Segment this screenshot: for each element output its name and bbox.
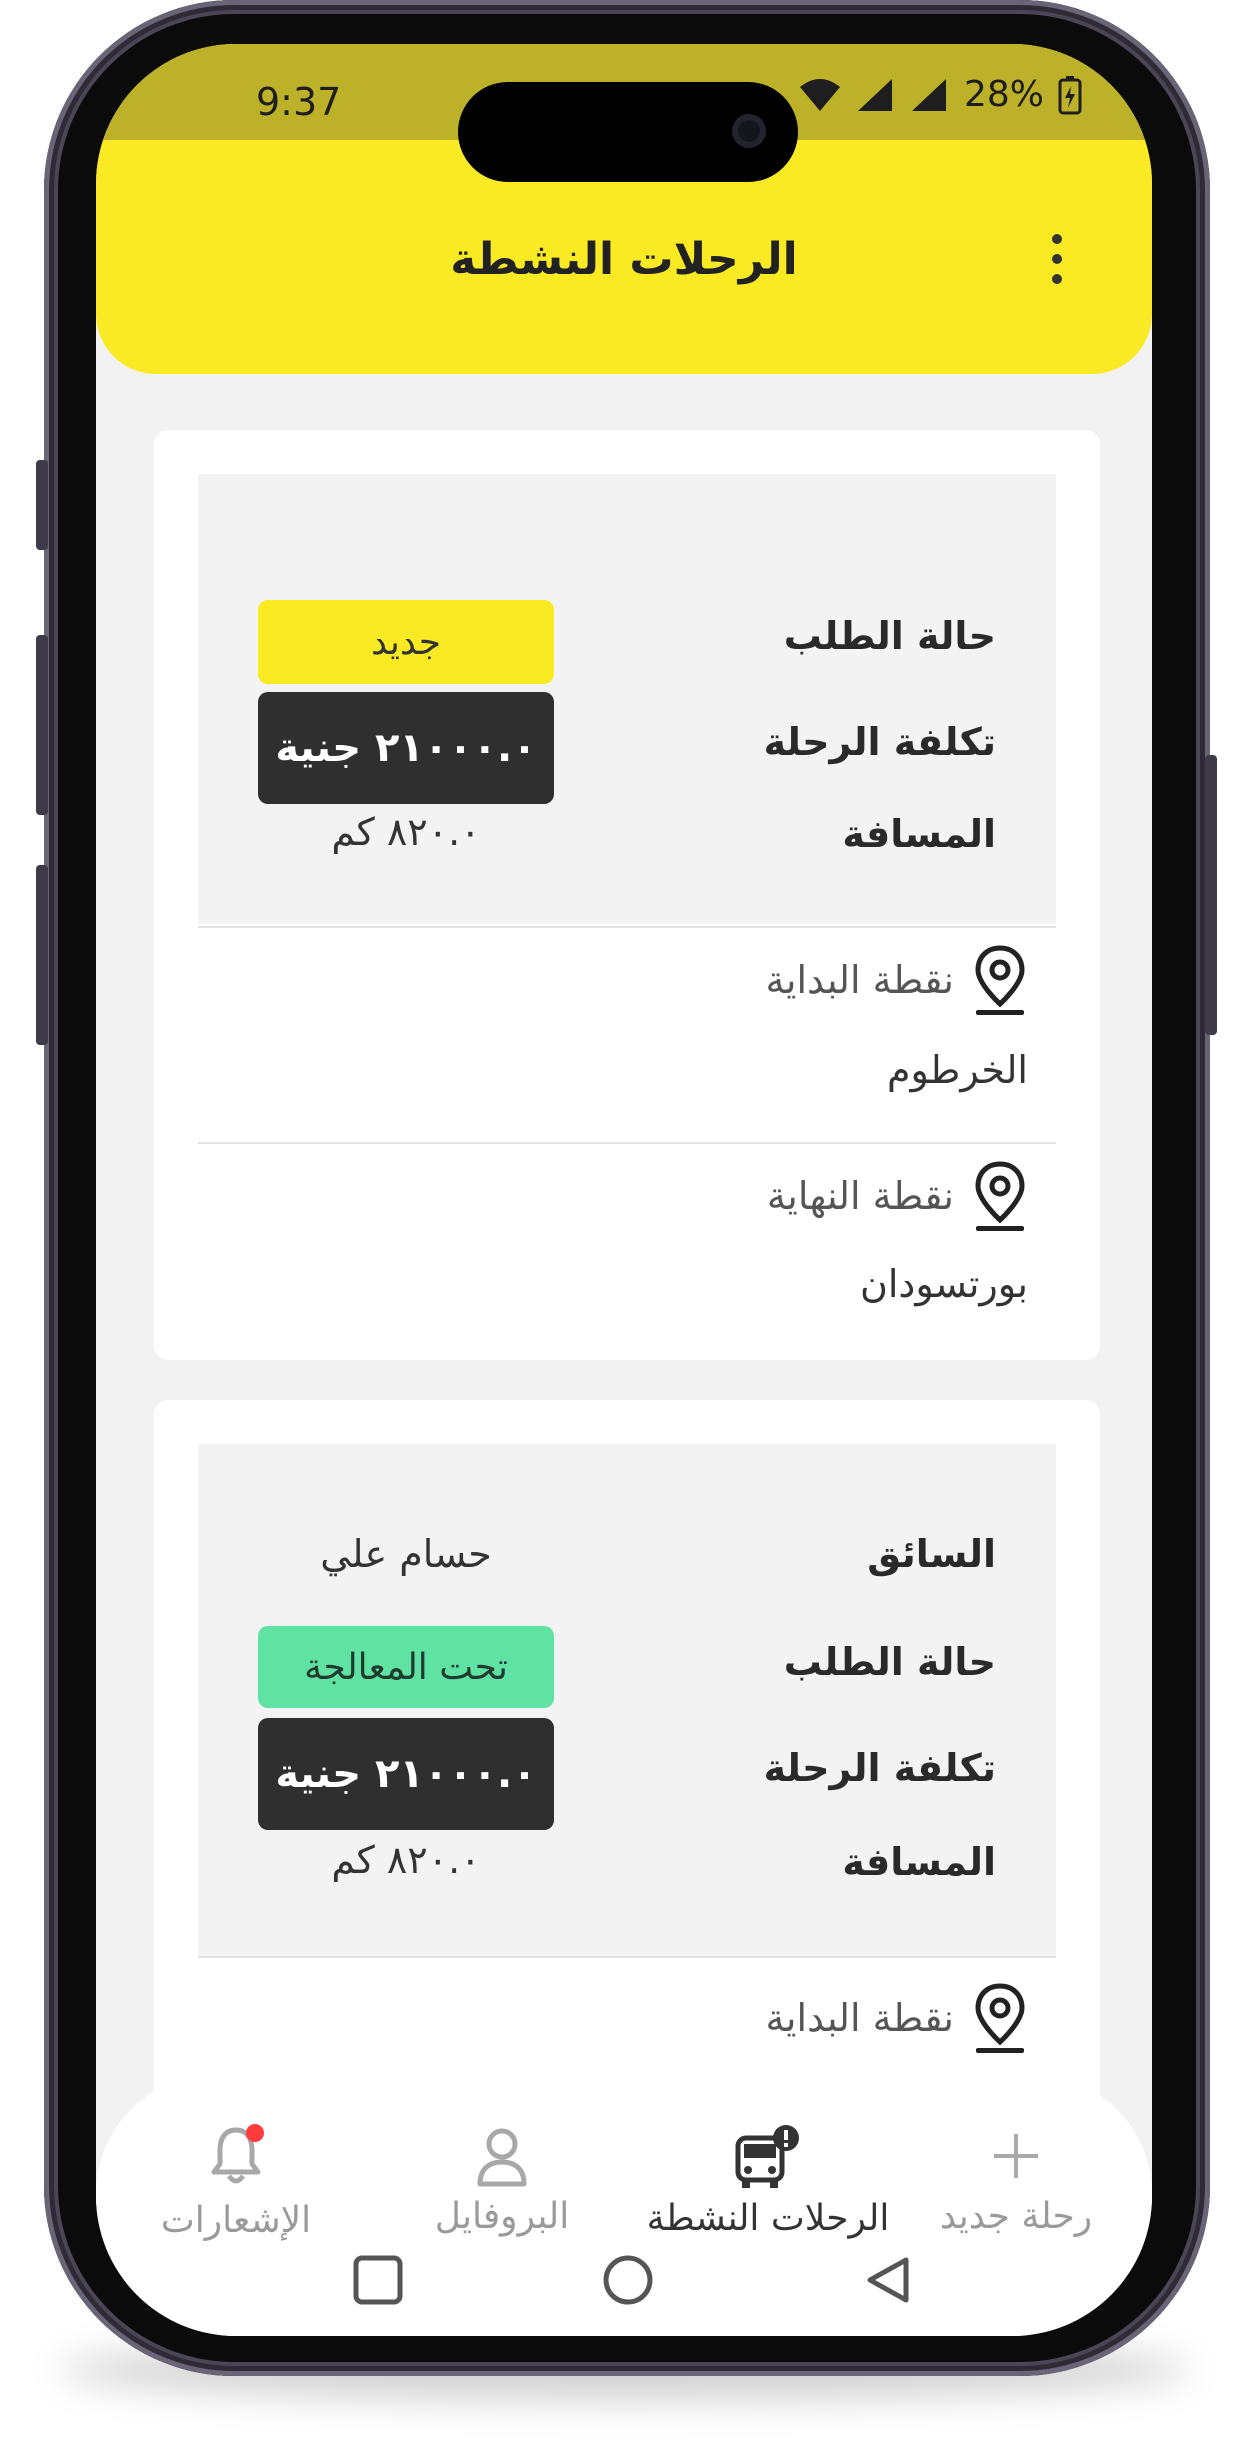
- more-options-icon[interactable]: [1042, 234, 1072, 284]
- power-button: [1205, 755, 1217, 1035]
- plus-icon: [994, 2134, 1038, 2178]
- status-icons: 28%: [798, 74, 1082, 115]
- battery-percent: 28%: [963, 74, 1044, 115]
- status-time: 9:37: [256, 80, 342, 124]
- back-icon[interactable]: [862, 2254, 914, 2306]
- nav-profile-label: البروفايل: [434, 2196, 570, 2237]
- status-label: حالة الطلب: [783, 614, 996, 658]
- driver-value: حسام علي: [320, 1532, 492, 1576]
- nav-new-trip-label: رحلة جديد: [939, 2196, 1093, 2237]
- divider: [198, 1956, 1056, 1958]
- start-point-label: نقطة البداية: [765, 1996, 954, 2040]
- user-icon: [477, 2128, 527, 2187]
- trip-summary: حالة الطلب جديد تكلفة الرحلة ٢١٠٠٠.٠ جني…: [198, 474, 1056, 924]
- nav-profile[interactable]: البروفايل: [372, 2124, 632, 2237]
- distance-value: ٨٢٠.٠ كم: [331, 1838, 481, 1882]
- end-point-value: بورتسودان: [859, 1262, 1028, 1306]
- end-point-row: نقطة النهاية: [767, 1160, 1028, 1232]
- trip-card[interactable]: حالة الطلب جديد تكلفة الرحلة ٢١٠٠٠.٠ جني…: [154, 430, 1100, 1360]
- battery-icon: [1058, 75, 1082, 114]
- distance-label: المسافة: [842, 1840, 996, 1884]
- location-pin-icon: [975, 945, 1025, 1015]
- start-point-row: نقطة البداية: [766, 944, 1028, 1016]
- nav-notifications[interactable]: الإشعارات: [106, 2124, 366, 2241]
- bus-alert-icon: [735, 2125, 799, 2188]
- system-navigation: [96, 2254, 1152, 2314]
- home-icon[interactable]: [602, 2254, 654, 2306]
- status-label: حالة الطلب: [783, 1640, 996, 1684]
- nav-new-trip[interactable]: رحلة جديد: [886, 2124, 1146, 2237]
- distance-value: ٨٢٠.٠ كم: [331, 810, 481, 854]
- nav-notifications-label: الإشعارات: [160, 2200, 312, 2241]
- page-title: الرحلات النشطة: [450, 234, 798, 285]
- trip-summary: السائق حسام علي حالة الطلب تحت المعالجة …: [198, 1444, 1056, 1956]
- cost-label: تكلفة الرحلة: [763, 720, 996, 764]
- recents-icon[interactable]: [352, 2254, 404, 2306]
- location-pin-icon: [975, 1983, 1025, 2053]
- volume-up-button: [36, 635, 48, 815]
- location-pin-icon: [975, 1161, 1025, 1231]
- nav-active-trips[interactable]: الرحلات النشطة: [638, 2124, 898, 2239]
- start-point-value: الخرطوم: [886, 1048, 1028, 1092]
- end-point-label: نقطة النهاية: [766, 1174, 954, 1218]
- front-camera: [732, 114, 766, 148]
- app-screen: 9:37 28% الرحلات النشطة حالة الطلب جديد …: [96, 44, 1152, 2336]
- cost-badge: ٢١٠٠٠.٠ جنية: [258, 1718, 554, 1830]
- nav-active-trips-label: الرحلات النشطة: [646, 2198, 890, 2239]
- divider: [198, 926, 1056, 928]
- wifi-icon: [799, 78, 840, 111]
- start-point-row: نقطة البداية: [766, 1982, 1028, 2054]
- signal-icon: [857, 78, 892, 111]
- status-badge: تحت المعالجة: [258, 1626, 554, 1708]
- trip-card[interactable]: السائق حسام علي حالة الطلب تحت المعالجة …: [154, 1400, 1100, 2160]
- cost-label: تكلفة الرحلة: [763, 1746, 996, 1790]
- status-badge: جديد: [258, 600, 554, 684]
- divider: [198, 1142, 1056, 1144]
- action-button: [36, 460, 48, 550]
- notification-dot: [246, 2124, 264, 2142]
- driver-label: السائق: [867, 1532, 996, 1576]
- cost-badge: ٢١٠٠٠.٠ جنية: [258, 692, 554, 804]
- signal-icon-2: [911, 78, 946, 111]
- volume-down-button: [36, 865, 48, 1045]
- start-point-label: نقطة البداية: [765, 958, 954, 1002]
- dynamic-island: [458, 82, 798, 182]
- distance-label: المسافة: [842, 812, 996, 856]
